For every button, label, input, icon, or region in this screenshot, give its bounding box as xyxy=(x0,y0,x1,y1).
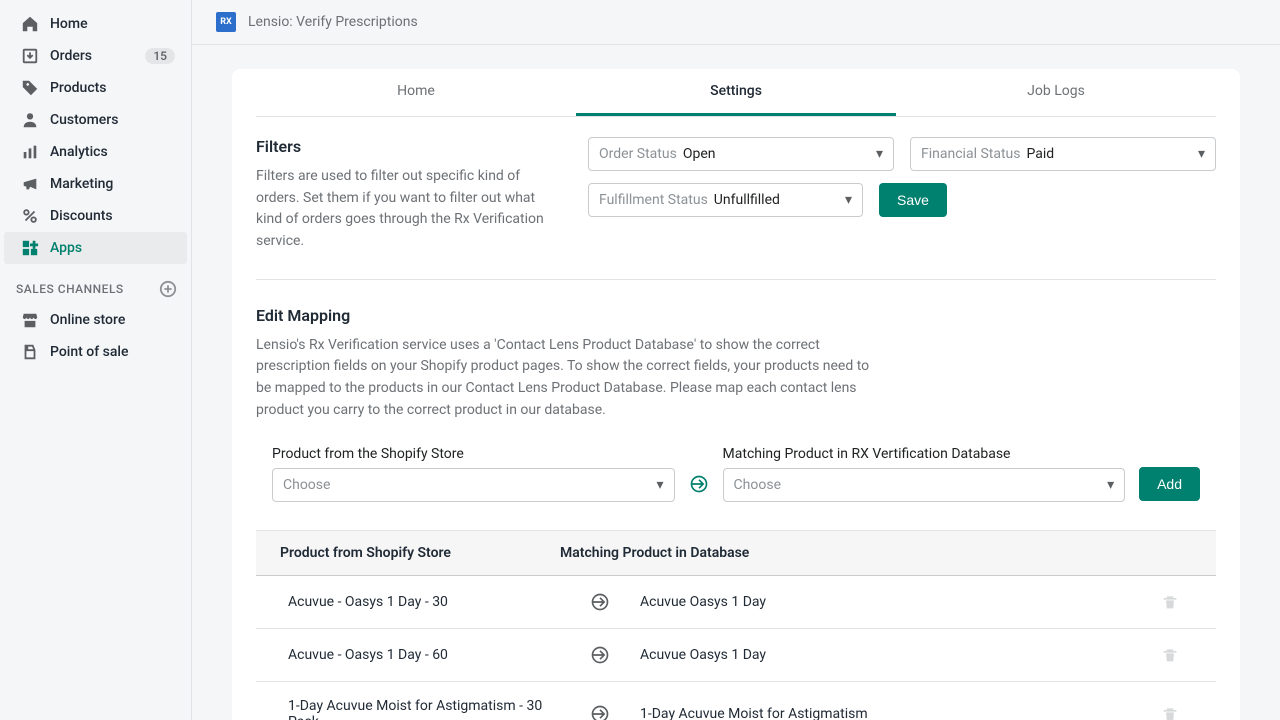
filters-desc: Filters are used to filter out specific … xyxy=(256,166,556,253)
table-row: 1-Day Acuvue Moist for Astigmatism - 30 … xyxy=(256,682,1216,720)
sidebar-item-label: Online store xyxy=(50,312,175,328)
sidebar-item-orders[interactable]: Orders 15 xyxy=(4,40,187,72)
td-db: Acuvue Oasys 1 Day xyxy=(640,594,1162,610)
divider xyxy=(256,279,1216,280)
sidebar-item-label: Home xyxy=(50,16,175,32)
sidebar-item-label: Marketing xyxy=(50,176,175,192)
sidebar-item-online-store[interactable]: Online store xyxy=(4,304,187,336)
td-store: 1-Day Acuvue Moist for Astigmatism - 30 … xyxy=(280,698,560,720)
settings-card: Home Settings Job Logs Filters Filters a… xyxy=(232,69,1240,720)
sidebar: Home Orders 15 Products Customers Analyt… xyxy=(0,0,192,720)
sidebar-item-products[interactable]: Products xyxy=(4,72,187,104)
th-store: Product from Shopify Store xyxy=(280,545,560,561)
delete-icon[interactable] xyxy=(1162,706,1192,720)
main-content: RX Lensio: Verify Prescriptions Home Set… xyxy=(192,0,1280,720)
financial-status-select[interactable]: Financial Status Paid ▾ xyxy=(910,137,1216,171)
tab-home[interactable]: Home xyxy=(256,69,576,116)
tag-icon xyxy=(20,78,40,98)
fulfillment-status-select[interactable]: Fulfillment Status Unfullfilled ▾ xyxy=(588,183,863,217)
sidebar-item-discounts[interactable]: Discounts xyxy=(4,200,187,232)
discount-icon xyxy=(20,206,40,226)
sales-channels-header: SALES CHANNELS xyxy=(0,264,191,304)
chevron-down-icon: ▾ xyxy=(1107,477,1114,493)
filters-title: Filters xyxy=(256,137,556,156)
td-db: 1-Day Acuvue Moist for Astigmatism xyxy=(640,706,1162,720)
arrow-right-circle-icon xyxy=(560,704,640,720)
sidebar-item-label: Products xyxy=(50,80,175,96)
sidebar-item-label: Customers xyxy=(50,112,175,128)
orders-icon xyxy=(20,46,40,66)
sidebar-item-apps[interactable]: Apps xyxy=(4,232,187,264)
app-title: Lensio: Verify Prescriptions xyxy=(248,14,418,30)
sidebar-item-customers[interactable]: Customers xyxy=(4,104,187,136)
chevron-down-icon: ▾ xyxy=(1198,146,1205,162)
chevron-down-icon: ▾ xyxy=(657,477,664,493)
sidebar-item-label: Point of sale xyxy=(50,344,175,360)
chevron-down-icon: ▾ xyxy=(876,146,883,162)
db-product-label: Matching Product in RX Vertification Dat… xyxy=(723,446,1126,462)
tab-settings[interactable]: Settings xyxy=(576,69,896,116)
filters-section: Filters Filters are used to filter out s… xyxy=(232,117,1240,273)
orders-badge: 15 xyxy=(145,48,175,64)
megaphone-icon xyxy=(20,174,40,194)
apps-icon xyxy=(20,238,40,258)
store-icon xyxy=(20,310,40,330)
tabs: Home Settings Job Logs xyxy=(256,69,1216,117)
sidebar-item-analytics[interactable]: Analytics xyxy=(4,136,187,168)
db-product-select[interactable]: Choose ▾ xyxy=(723,468,1126,502)
pos-icon xyxy=(20,342,40,362)
sidebar-item-label: Analytics xyxy=(50,144,175,160)
td-db: Acuvue Oasys 1 Day xyxy=(640,647,1162,663)
mapping-desc: Lensio's Rx Verification service uses a … xyxy=(256,335,876,422)
add-channel-icon[interactable] xyxy=(159,280,177,298)
mapping-section: Edit Mapping Lensio's Rx Verification se… xyxy=(232,286,1240,720)
td-store: Acuvue - Oasys 1 Day - 60 xyxy=(280,647,560,663)
store-product-select[interactable]: Choose ▾ xyxy=(272,468,675,502)
sidebar-item-pos[interactable]: Point of sale xyxy=(4,336,187,368)
topbar: RX Lensio: Verify Prescriptions xyxy=(192,0,1280,45)
chevron-down-icon: ▾ xyxy=(845,192,852,208)
table-row: Acuvue - Oasys 1 Day - 60 Acuvue Oasys 1 … xyxy=(256,629,1216,682)
store-product-label: Product from the Shopify Store xyxy=(272,446,675,462)
delete-icon[interactable] xyxy=(1162,594,1192,610)
arrow-right-circle-icon xyxy=(560,645,640,665)
tab-job-logs[interactable]: Job Logs xyxy=(896,69,1216,116)
analytics-icon xyxy=(20,142,40,162)
table-row: Acuvue - Oasys 1 Day - 30 Acuvue Oasys 1 … xyxy=(256,576,1216,629)
arrow-right-circle-icon xyxy=(689,474,709,494)
mapping-title: Edit Mapping xyxy=(256,306,1216,325)
mapping-table: Product from Shopify Store Matching Prod… xyxy=(256,530,1216,720)
home-icon xyxy=(20,14,40,34)
sidebar-item-marketing[interactable]: Marketing xyxy=(4,168,187,200)
save-button[interactable]: Save xyxy=(879,183,947,217)
person-icon xyxy=(20,110,40,130)
td-store: Acuvue - Oasys 1 Day - 30 xyxy=(280,594,560,610)
sidebar-item-label: Orders xyxy=(50,48,145,64)
th-db: Matching Product in Database xyxy=(560,545,1192,561)
sidebar-item-label: Apps xyxy=(50,240,175,256)
app-badge-icon: RX xyxy=(216,12,236,32)
delete-icon[interactable] xyxy=(1162,647,1192,663)
order-status-select[interactable]: Order Status Open ▾ xyxy=(588,137,894,171)
add-button[interactable]: Add xyxy=(1139,467,1200,501)
sidebar-item-label: Discounts xyxy=(50,208,175,224)
section-header-label: SALES CHANNELS xyxy=(16,282,124,296)
sidebar-item-home[interactable]: Home xyxy=(4,8,187,40)
arrow-right-circle-icon xyxy=(560,592,640,612)
